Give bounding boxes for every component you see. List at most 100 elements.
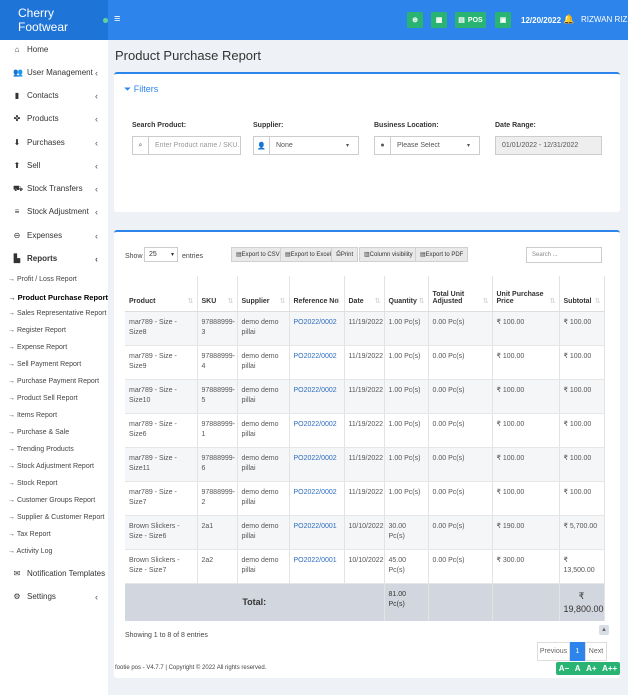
location-select[interactable]: ● Please Select ▾	[374, 136, 480, 155]
sidebar-item-contacts[interactable]: ▮ Contacts ‹	[0, 84, 108, 107]
reference-link[interactable]: PO2022/0002	[289, 311, 345, 346]
column-header[interactable]: SKU ⇅	[197, 276, 238, 312]
report-link[interactable]: → Product Sell Report	[8, 395, 78, 402]
pos-icon: ▤	[458, 17, 465, 24]
reference-link[interactable]: PO2022/0001	[289, 549, 345, 584]
column-header-label: Subtotal	[563, 297, 592, 305]
table-search-input[interactable]: Search ...	[526, 247, 602, 263]
column-visibility-button[interactable]: ▥ Column visibility	[359, 247, 418, 262]
report-link[interactable]: → Trending Products	[8, 446, 74, 453]
sidebar-item-reports[interactable]: ▙ Reports ‹	[0, 247, 108, 270]
sidebar-item-stock-adjustment[interactable]: ≡ Stock Adjustment ‹	[0, 200, 108, 223]
report-link[interactable]: → Stock Report	[8, 480, 57, 487]
cell-qty: 30.00 Pc(s)	[384, 515, 429, 550]
column-header-label: Product	[129, 297, 156, 305]
report-link[interactable]: → Supplier & Customer Report	[8, 514, 104, 521]
filters-toggle[interactable]: ⏷ Filters	[124, 84, 158, 95]
print-label: Print	[340, 251, 354, 258]
font-size-button[interactable]: A	[575, 664, 581, 673]
column-header-label: Date	[348, 297, 364, 305]
contacts-icon: ▮	[14, 91, 20, 100]
reference-link[interactable]: PO2022/0002	[289, 379, 345, 414]
chevron-left-icon: ‹	[95, 591, 98, 602]
column-header[interactable]: Product ⇅	[125, 276, 198, 312]
report-link[interactable]: → Purchase Payment Report	[8, 378, 99, 385]
report-link[interactable]: → Tax Report	[8, 531, 51, 538]
scroll-top-icon[interactable]: ▲	[599, 625, 609, 635]
cell-sku: 97888999-5	[197, 379, 238, 414]
sidebar-toggle-icon[interactable]: ≡	[114, 13, 120, 25]
date-range-field[interactable]: 01/01/2022 - 12/31/2022	[495, 136, 602, 155]
search-product-field[interactable]: ⌕ Enter Product name / SKU...	[132, 136, 241, 155]
column-header[interactable]: Total Unit Adjusted ⇅	[428, 276, 493, 312]
print-button[interactable]: ⎙ Print	[331, 247, 359, 262]
cog-icon: ⚙	[13, 592, 21, 601]
column-header[interactable]: Quantity ⇅	[384, 276, 429, 312]
sidebar-item-label: Notification Templates	[27, 569, 106, 578]
cell-subtotal: ₹ 100.00	[559, 345, 605, 380]
report-link[interactable]: → Expense Report	[8, 344, 67, 351]
next-page-button[interactable]: Next	[585, 642, 607, 661]
report-link[interactable]: → Sales Representative Report	[8, 310, 106, 317]
report-link[interactable]: → Customer Groups Report	[8, 497, 95, 504]
column-header[interactable]: Unit Purchase Price ⇅	[492, 276, 560, 312]
font-size-button[interactable]: A++	[602, 664, 617, 673]
home-icon: ⌂	[14, 45, 20, 54]
purchases-icon: ⬇	[13, 138, 21, 147]
sidebar-item-label: Expenses	[27, 231, 63, 240]
cell-sku: 2a1	[197, 515, 238, 550]
user-menu[interactable]: RIZWAN RIZ	[581, 15, 627, 24]
reference-link[interactable]: PO2022/0002	[289, 481, 345, 516]
report-link[interactable]: → Product Purchase Report	[8, 293, 108, 302]
reference-link[interactable]: PO2022/0001	[289, 515, 345, 550]
sidebar-item-stock-transfers[interactable]: ⛟ Stock Transfers ‹	[0, 177, 108, 200]
reference-link[interactable]: PO2022/0002	[289, 345, 345, 380]
reference-link[interactable]: PO2022/0002	[289, 413, 345, 448]
report-link[interactable]: → Items Report	[8, 412, 57, 419]
column-header[interactable]: Date ⇅	[344, 276, 385, 312]
sidebar-item-sell[interactable]: ⬆ Sell ‹	[0, 154, 108, 177]
location-value: Please Select	[397, 142, 440, 149]
report-link[interactable]: → Profit / Loss Report	[8, 276, 77, 283]
table-row: mar789 - Size - Size6 97888999-1 demo demo…	[125, 413, 605, 448]
sidebar-item-notification-templates[interactable]: ✉ Notification Templates	[0, 562, 108, 585]
sidebar-item-products[interactable]: ✤ Products ‹	[0, 107, 108, 130]
previous-page-button[interactable]: Previous	[537, 642, 570, 661]
export-pdf-button[interactable]: ▤ Export to PDF	[415, 247, 469, 262]
report-link[interactable]: → Stock Adjustment Report	[8, 463, 94, 470]
column-header[interactable]: Subtotal ⇅	[559, 276, 605, 312]
sort-icon: ⇅	[374, 297, 381, 305]
report-link[interactable]: → Purchase & Sale	[8, 429, 69, 436]
export-excel-button[interactable]: ▤ Export to Excel	[280, 247, 337, 262]
report-link[interactable]: → Activity Log	[8, 548, 52, 555]
sidebar-item-label: Sell	[27, 161, 41, 170]
sidebar-item-settings[interactable]: ⚙ Settings ‹	[0, 585, 108, 608]
page-length-select[interactable]: 25 ▾	[144, 247, 178, 262]
cell-sku: 97888999-1	[197, 413, 238, 448]
sidebar-item-user-management[interactable]: 👥 User Management ‹	[0, 61, 108, 84]
font-size-button[interactable]: A−	[559, 664, 569, 673]
total-quantity: 81.00 Pc(s)	[384, 583, 429, 621]
supplier-select[interactable]: 👤 None ▾	[253, 136, 359, 155]
reference-link[interactable]: PO2022/0002	[289, 447, 345, 482]
bell-icon[interactable]: 🔔	[563, 14, 574, 25]
brand-logo[interactable]: Cherry Footwear	[0, 0, 108, 40]
add-icon-button[interactable]: ⊕	[407, 12, 423, 28]
font-size-button[interactable]: A+	[586, 664, 596, 673]
sidebar-item-home[interactable]: ⌂ Home	[0, 38, 108, 61]
report-link[interactable]: → Register Report	[8, 327, 66, 334]
cell-sku: 97888999-6	[197, 447, 238, 482]
calculator-icon-button[interactable]: ▦	[431, 12, 447, 28]
export-csv-button[interactable]: ▤ Export to CSV	[231, 247, 285, 262]
cell-adjusted: 0.00 Pc(s)	[428, 379, 493, 414]
column-header[interactable]: Reference No ⇅	[289, 276, 345, 312]
sidebar-item-purchases[interactable]: ⬇ Purchases ‹	[0, 131, 108, 154]
sidebar-item-expenses[interactable]: ⊖ Expenses ‹	[0, 224, 108, 247]
page-1-button[interactable]: 1	[570, 642, 585, 661]
report-link[interactable]: → Sell Payment Report	[8, 361, 81, 368]
minus-circle-icon: ⊖	[13, 231, 21, 240]
pos-button[interactable]: ▤ POS	[455, 12, 486, 28]
cell-supplier: demo demo pillai	[237, 379, 290, 414]
cash-icon-button[interactable]: ▣	[495, 12, 511, 28]
column-header[interactable]: Supplier ⇅	[237, 276, 290, 312]
